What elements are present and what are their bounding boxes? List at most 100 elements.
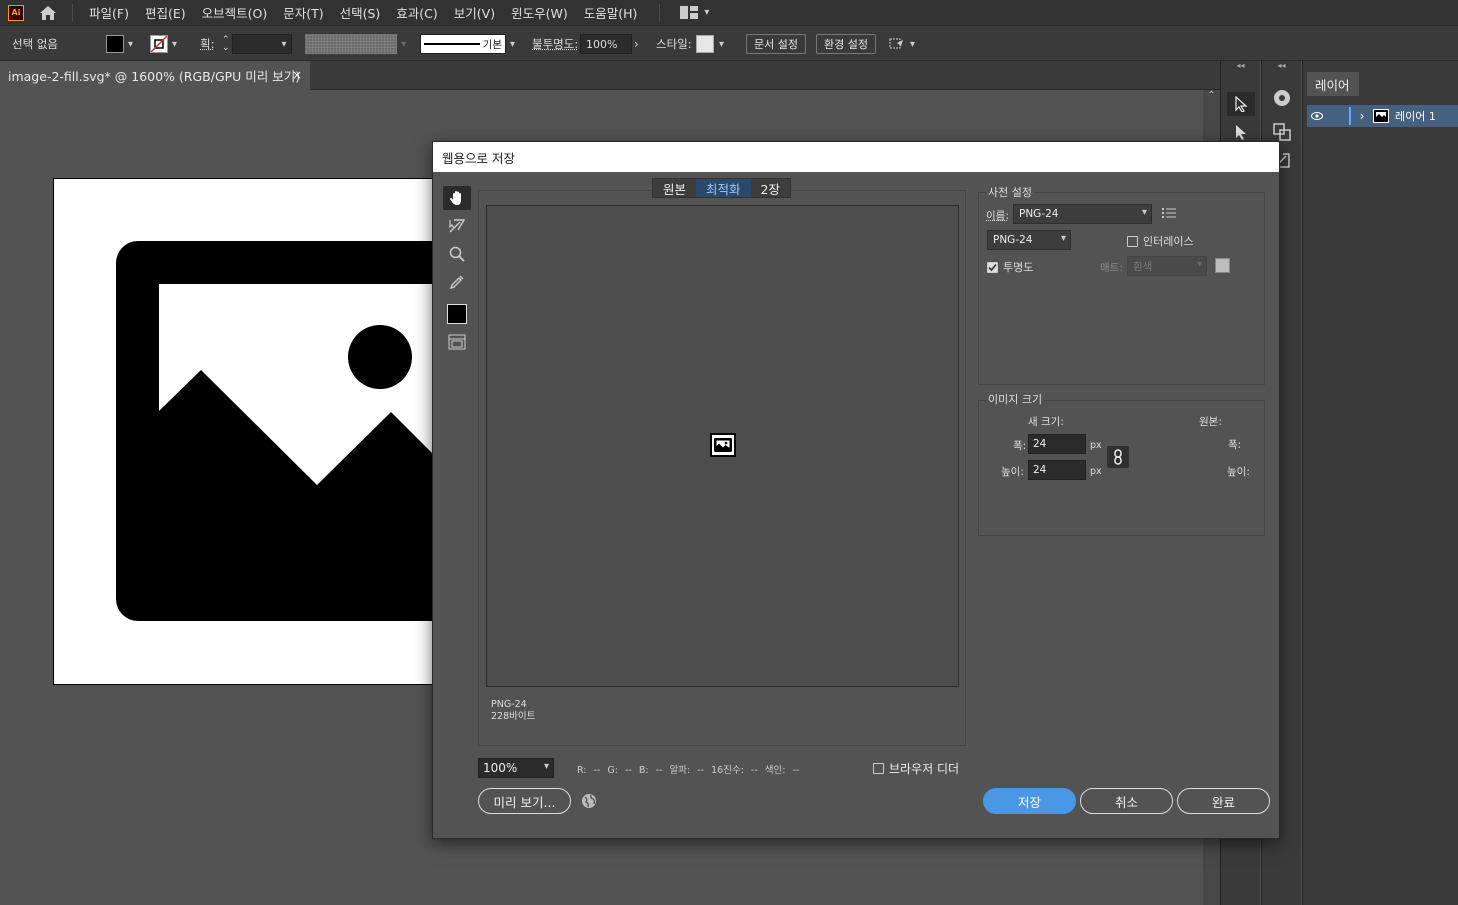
transparency-checkbox[interactable] bbox=[987, 261, 998, 273]
height-input[interactable]: 24 bbox=[1028, 460, 1086, 480]
arrow-pointer-icon bbox=[1235, 96, 1248, 112]
tab-original[interactable]: 원본 bbox=[653, 179, 696, 197]
image-size-title: 이미지 크기 bbox=[986, 391, 1045, 407]
original-height-label: 높이: bbox=[1227, 466, 1250, 478]
globe-icon[interactable] bbox=[581, 793, 597, 812]
chevron-right-icon[interactable]: › bbox=[634, 37, 639, 51]
interlace-option[interactable]: 인터레이스 bbox=[1127, 233, 1194, 249]
color-readout: R: -- G: -- B: -- 알파: -- 16진수: -- 색인: -- bbox=[577, 765, 800, 776]
layer-name[interactable]: 레이어 1 bbox=[1395, 108, 1436, 124]
preview-info: PNG-24 228바이트 bbox=[491, 699, 535, 723]
selection-status: 선택 없음 bbox=[12, 37, 58, 51]
width-unit: px bbox=[1090, 440, 1102, 451]
selection-tool[interactable] bbox=[1227, 92, 1255, 116]
matte-color-swatch[interactable] bbox=[1215, 258, 1230, 273]
chevron-down-icon: ▾ bbox=[281, 38, 287, 50]
eye-icon[interactable] bbox=[1307, 112, 1327, 120]
dialog-title: 웹용으로 저장 bbox=[433, 142, 1279, 172]
menu-file[interactable]: 파일(F) bbox=[81, 3, 137, 22]
stroke-weight-input[interactable]: ▾ bbox=[231, 34, 292, 54]
width-label: 폭: bbox=[1013, 440, 1027, 452]
scroll-up-icon[interactable]: ⌃ bbox=[1203, 90, 1220, 101]
document-tab-title: image-2-fill.svg* @ 1600% (RGB/GPU 미리 보기… bbox=[8, 69, 301, 84]
graphic-style-control[interactable]: ▾ bbox=[696, 26, 724, 62]
menu-edit[interactable]: 편집(E) bbox=[137, 3, 194, 22]
menu-view[interactable]: 보기(V) bbox=[446, 3, 503, 22]
style-swatch[interactable] bbox=[696, 35, 714, 53]
save-for-web-dialog: 웹용으로 저장 원본 최적화 2장 PNG-24 228바이트 100% ▾ R… bbox=[432, 141, 1280, 839]
browser-dither-checkbox[interactable] bbox=[873, 763, 884, 774]
optimized-preview[interactable] bbox=[486, 205, 959, 687]
layers-tab[interactable]: 레이어 bbox=[1307, 72, 1359, 96]
document-tab-bar: image-2-fill.svg* @ 1600% (RGB/GPU 미리 보기… bbox=[0, 61, 1220, 90]
menu-effect[interactable]: 효과(C) bbox=[388, 3, 445, 22]
width-input[interactable]: 24 bbox=[1028, 434, 1086, 454]
interlace-checkbox[interactable] bbox=[1127, 235, 1138, 247]
pathfinder-icon bbox=[1273, 123, 1291, 141]
hand-tool[interactable] bbox=[443, 186, 471, 210]
collapse-icon[interactable]: ◂◂ bbox=[1262, 61, 1301, 72]
slice-select-tool[interactable] bbox=[443, 214, 471, 238]
menu-help[interactable]: 도움말(H) bbox=[576, 3, 646, 22]
view-tabs: 원본 최적화 2장 bbox=[652, 178, 791, 198]
stroke-weight-control[interactable]: ⌃ ⌄ ▾ bbox=[222, 26, 292, 62]
stroke-swatch[interactable] bbox=[150, 35, 168, 53]
chevron-down-icon: ▾ bbox=[543, 761, 549, 772]
close-icon[interactable]: × bbox=[292, 68, 302, 82]
arrange-documents-control[interactable]: ▾ bbox=[888, 26, 915, 62]
collapse-icon[interactable]: ◂◂ bbox=[1221, 61, 1260, 72]
artboard[interactable] bbox=[53, 178, 453, 685]
done-button[interactable]: 완료 bbox=[1177, 788, 1270, 814]
chevron-down-icon: ▾ bbox=[1196, 259, 1202, 270]
stepper-icon[interactable]: ⌃ ⌄ bbox=[222, 36, 230, 53]
checkmark-icon bbox=[988, 263, 997, 271]
preset-name-select[interactable]: PNG-24 ▾ bbox=[1013, 204, 1152, 224]
new-size-label: 새 크기: bbox=[1028, 416, 1064, 428]
layer-row[interactable]: › 레이어 1 bbox=[1307, 105, 1458, 127]
menu-type[interactable]: 문자(T) bbox=[275, 3, 331, 22]
tab-optimized[interactable]: 최적화 bbox=[696, 179, 751, 197]
eyedropper-color-swatch[interactable] bbox=[443, 302, 471, 326]
chevron-down-icon: ▾ bbox=[1060, 233, 1066, 244]
color-guide-button[interactable] bbox=[1270, 86, 1294, 110]
zoom-tool[interactable] bbox=[443, 242, 471, 266]
cancel-button[interactable]: 취소 bbox=[1080, 788, 1173, 814]
interlace-label: 인터레이스 bbox=[1143, 235, 1194, 248]
optimize-menu-icon[interactable] bbox=[1162, 207, 1176, 222]
menu-window[interactable]: 윈도우(W) bbox=[503, 3, 576, 22]
app-logo: Ai bbox=[8, 4, 24, 21]
file-format-select[interactable]: PNG-24 ▾ bbox=[987, 230, 1071, 250]
preview-image bbox=[710, 433, 736, 457]
document-setup-button[interactable]: 문서 설정 bbox=[746, 34, 806, 54]
constrain-proportions-button[interactable] bbox=[1107, 446, 1129, 468]
matte-select[interactable]: 흰색 ▾ bbox=[1127, 256, 1207, 276]
stroke-color-control[interactable]: ▾ bbox=[150, 26, 177, 62]
brush-definition[interactable]: 기본 ▾ bbox=[420, 26, 515, 62]
chevron-right-icon[interactable]: › bbox=[1351, 109, 1373, 123]
eyedropper-tool[interactable] bbox=[443, 270, 471, 294]
opacity-label[interactable]: 불투명도: bbox=[532, 26, 578, 62]
home-icon[interactable] bbox=[38, 3, 58, 23]
fill-swatch[interactable] bbox=[106, 35, 124, 53]
workspace-switcher[interactable]: ▾ bbox=[680, 6, 709, 19]
variable-width-profile[interactable]: ▾ bbox=[305, 26, 406, 62]
zoom-level-select[interactable]: 100% ▾ bbox=[478, 758, 554, 778]
color-wheel-icon bbox=[1274, 90, 1290, 106]
chevron-down-icon: ▾ bbox=[704, 7, 710, 18]
menu-select[interactable]: 선택(S) bbox=[332, 3, 389, 22]
chevron-down-icon: ▾ bbox=[910, 38, 916, 50]
opacity-control[interactable]: 100% › bbox=[580, 26, 639, 62]
transparency-option[interactable]: 투명도 bbox=[987, 259, 1033, 275]
toggle-slices-visibility[interactable] bbox=[443, 330, 471, 354]
tab-2up[interactable]: 2장 bbox=[751, 179, 790, 197]
menu-object[interactable]: 오브젝트(O) bbox=[194, 3, 276, 22]
browser-dither-option[interactable]: 브라우저 디더 bbox=[873, 760, 959, 777]
fill-color-control[interactable]: ▾ bbox=[106, 26, 133, 62]
opacity-input[interactable]: 100% bbox=[580, 34, 632, 54]
document-tab[interactable]: image-2-fill.svg* @ 1600% (RGB/GPU 미리 보기… bbox=[0, 61, 310, 90]
eyedropper-icon bbox=[449, 275, 464, 290]
slice-select-icon bbox=[449, 219, 466, 233]
preview-in-browser-button[interactable]: 미리 보기... bbox=[478, 788, 571, 814]
save-button[interactable]: 저장 bbox=[983, 788, 1076, 814]
preferences-button[interactable]: 환경 설정 bbox=[816, 34, 876, 54]
